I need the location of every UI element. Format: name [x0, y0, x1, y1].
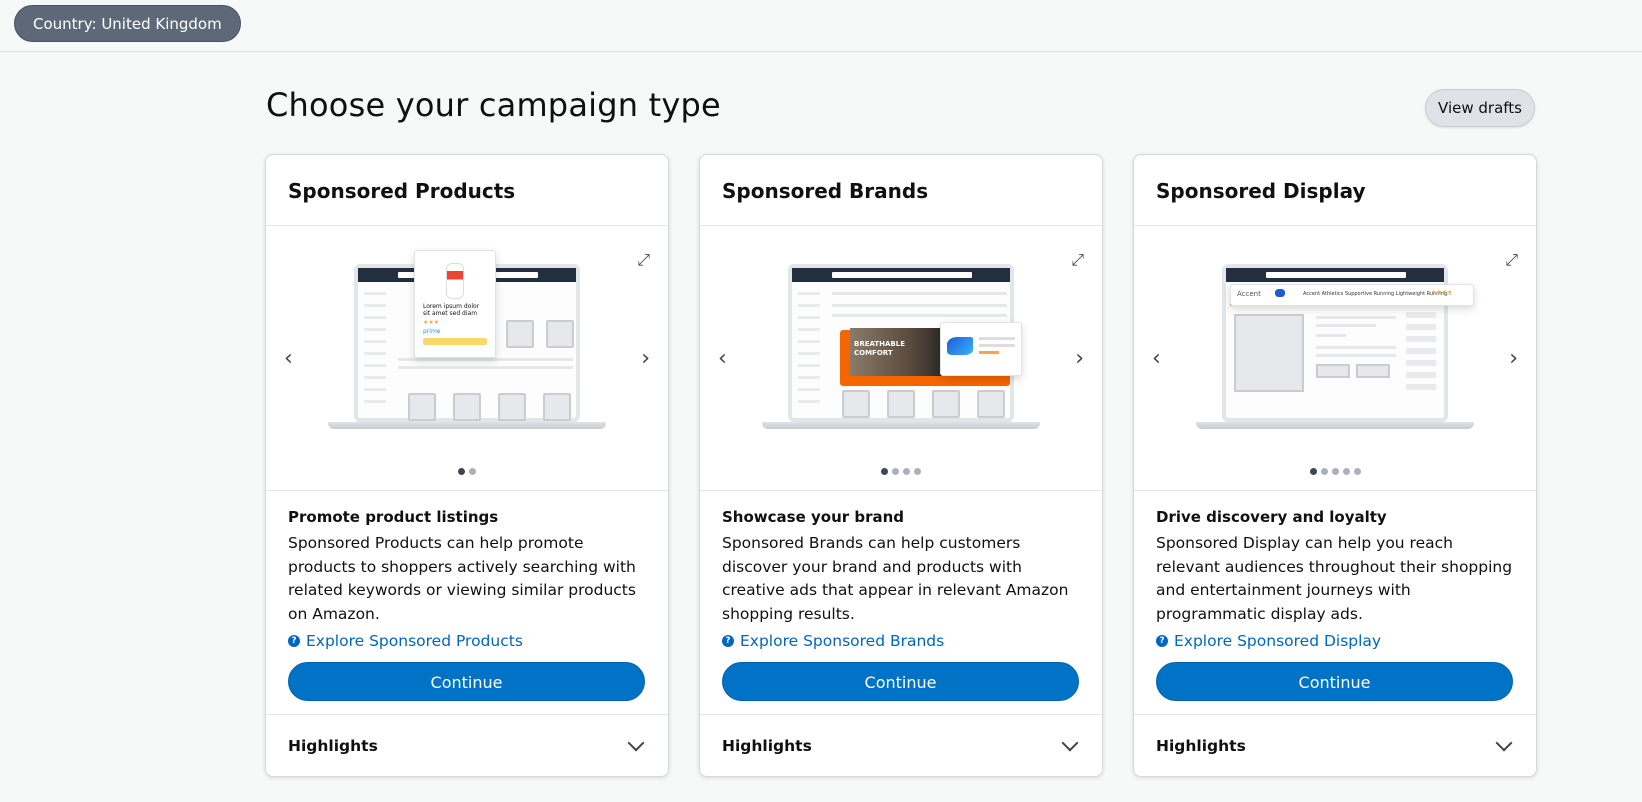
carousel-dots[interactable]	[700, 460, 1102, 479]
card-title: Sponsored Products	[266, 155, 668, 226]
chevron-down-icon[interactable]	[1061, 734, 1079, 751]
chevron-down-icon[interactable]	[1495, 734, 1513, 751]
display-brand: Accent	[1237, 290, 1261, 298]
display-ad-strip: Accent Accent Athletics Supportive Runni…	[1230, 284, 1474, 306]
highlights-label: Highlights	[722, 736, 812, 755]
card-sponsored-products: Sponsored Products ⤢ ‹ › Lorem ipsum dol…	[265, 154, 669, 777]
laptop-illustration: BREATHABLE COMFORT	[762, 264, 1040, 439]
expand-icon[interactable]: ⤢	[1505, 250, 1518, 270]
banner-text: BREATHABLE COMFORT	[854, 340, 906, 357]
page-title: Choose your campaign type	[266, 86, 721, 124]
card-sponsored-brands: Sponsored Brands ⤢ ‹ › BREATHABLE COMFOR…	[699, 154, 1103, 777]
chevron-right-icon[interactable]: ›	[1075, 346, 1084, 371]
highlights-label: Highlights	[1156, 736, 1246, 755]
card-title: Sponsored Display	[1134, 155, 1536, 226]
chevron-left-icon[interactable]: ‹	[718, 346, 727, 371]
carousel: ⤢ ‹ › Lorem ipsum dolor sit amet sed dia…	[266, 226, 668, 491]
carousel: ⤢ ‹ › Accent Accent Athletics Supportive…	[1134, 226, 1536, 491]
help-icon: ?	[288, 635, 300, 647]
prime-label: prime	[423, 328, 441, 335]
highlights-toggle[interactable]: Highlights	[700, 714, 1102, 776]
chevron-down-icon[interactable]	[627, 734, 645, 751]
explore-link[interactable]: ? Explore Sponsored Products	[288, 632, 646, 650]
card-description: Sponsored Display can help you reach rel…	[1156, 534, 1513, 623]
product-popup: Lorem ipsum dolor sit amet sed diam ★★★ …	[414, 250, 496, 358]
continue-button[interactable]: Continue	[1156, 662, 1513, 701]
explore-link[interactable]: ? Explore Sponsored Brands	[722, 632, 1080, 650]
expand-icon[interactable]: ⤢	[637, 250, 650, 270]
carousel-dots[interactable]	[266, 460, 668, 479]
card-description: Sponsored Products can help promote prod…	[288, 534, 636, 623]
carousel: ⤢ ‹ › BREATHABLE COMFORT	[700, 226, 1102, 491]
explore-link[interactable]: ? Explore Sponsored Display	[1156, 632, 1514, 650]
help-icon: ?	[1156, 635, 1168, 647]
explore-link-label[interactable]: Explore Sponsored Display	[1174, 632, 1381, 650]
chevron-left-icon[interactable]: ‹	[284, 346, 293, 371]
chevron-left-icon[interactable]: ‹	[1152, 346, 1161, 371]
card-subtitle: Promote product listings	[288, 508, 499, 526]
view-drafts-button[interactable]: View drafts	[1425, 89, 1535, 127]
continue-button[interactable]: Continue	[288, 662, 645, 701]
highlights-toggle[interactable]: Highlights	[1134, 714, 1536, 776]
display-headline: Accent Athletics Supportive Running Ligh…	[1303, 291, 1452, 297]
country-selector[interactable]: Country: United Kingdom	[14, 5, 241, 42]
continue-button[interactable]: Continue	[722, 662, 1079, 701]
expand-icon[interactable]: ⤢	[1071, 250, 1084, 270]
explore-link-label[interactable]: Explore Sponsored Brands	[740, 632, 944, 650]
popup-text: Lorem ipsum dolor sit amet sed diam	[423, 303, 480, 317]
product-card-illustration	[940, 322, 1022, 376]
carousel-dots[interactable]	[1134, 460, 1536, 479]
brand-banner: BREATHABLE COMFORT	[850, 328, 950, 376]
laptop-illustration: Lorem ipsum dolor sit amet sed diam ★★★ …	[328, 250, 606, 439]
chevron-right-icon[interactable]: ›	[1509, 346, 1518, 371]
card-description: Sponsored Brands can help customers disc…	[722, 534, 1069, 623]
explore-link-label[interactable]: Explore Sponsored Products	[306, 632, 523, 650]
highlights-toggle[interactable]: Highlights	[266, 714, 668, 776]
help-icon: ?	[722, 635, 734, 647]
card-subtitle: Drive discovery and loyalty	[1156, 508, 1387, 526]
laptop-illustration: Accent Accent Athletics Supportive Runni…	[1196, 264, 1474, 439]
chevron-right-icon[interactable]: ›	[641, 346, 650, 371]
card-sponsored-display: Sponsored Display ⤢ ‹ › Accent Accent At…	[1133, 154, 1537, 777]
highlights-label: Highlights	[288, 736, 378, 755]
card-subtitle: Showcase your brand	[722, 508, 905, 526]
top-bar: Country: United Kingdom	[0, 0, 1642, 52]
card-title: Sponsored Brands	[700, 155, 1102, 226]
